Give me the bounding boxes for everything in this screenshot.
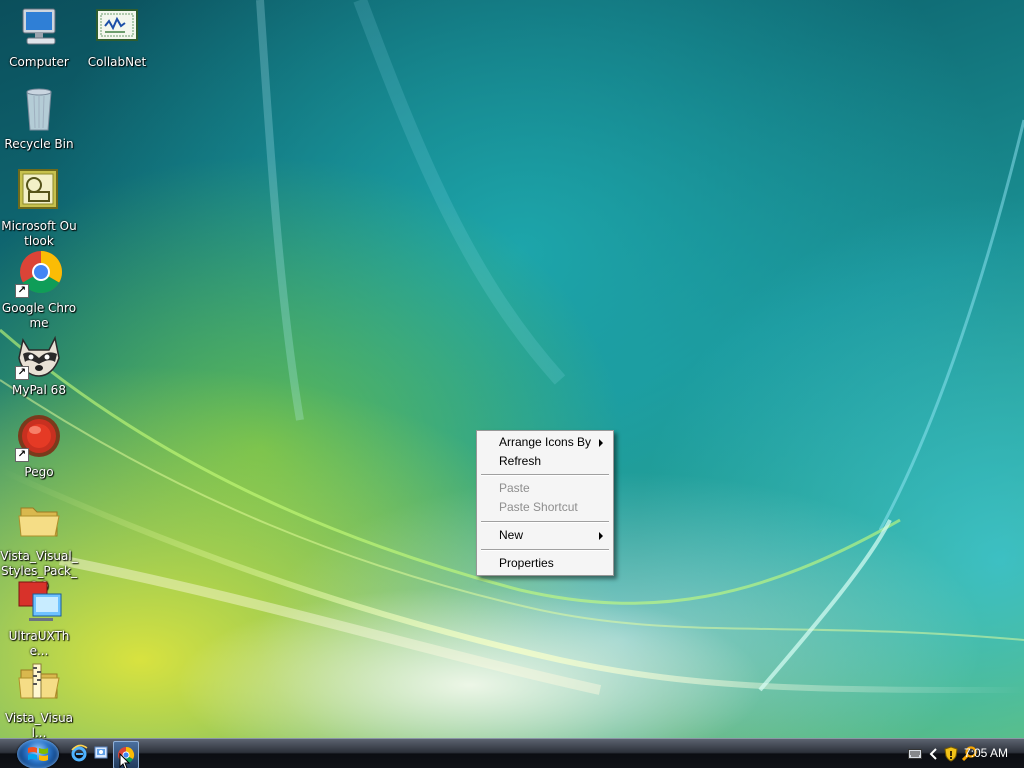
menu-item-label: New: [499, 528, 524, 542]
shortcut-arrow-icon: ↗: [15, 366, 29, 380]
menu-item-paste-shortcut[interactable]: Paste Shortcut: [479, 498, 611, 517]
menu-item-label: Paste Shortcut: [499, 500, 578, 514]
clock[interactable]: 7:05 AM: [964, 746, 1008, 760]
desktop-icon-computer[interactable]: Computer: [0, 4, 78, 70]
desktop-icon-label: Google Chrome: [1, 301, 77, 330]
menu-item-properties[interactable]: Properties: [479, 554, 611, 573]
raccoon-icon: ↗: [15, 332, 63, 380]
menu-item-label: Arrange Icons By: [499, 435, 592, 449]
desktop-icon-vista-zip[interactable]: Vista_Visual...: [0, 660, 78, 738]
keyboard-icon[interactable]: [908, 748, 922, 760]
desktop-icon-ultrauxthemepatcher[interactable]: UltraUXThe...: [0, 578, 78, 659]
desktop-icon-recycle-bin[interactable]: Recycle Bin: [0, 86, 78, 152]
desktop-icon-label: Vista_Visual...: [4, 711, 74, 738]
menu-item-new[interactable]: New: [479, 526, 611, 545]
menu-item-paste[interactable]: Paste: [479, 479, 611, 498]
chrome-icon: ↗: [15, 250, 63, 298]
start-button[interactable]: [17, 739, 59, 768]
show-desktop-icon[interactable]: [92, 744, 110, 762]
menu-separator: [481, 549, 609, 551]
menu-item-arrange-icons-by[interactable]: Arrange Icons By: [479, 433, 611, 452]
menu-item-label: Paste: [499, 481, 530, 495]
security-shield-icon[interactable]: [944, 746, 958, 762]
menu-item-label: Refresh: [499, 454, 542, 468]
menu-item-label: Properties: [499, 556, 554, 570]
desktop-context-menu: Arrange Icons By Refresh Paste Paste Sho…: [476, 430, 614, 576]
desktop-icon-label: Pego: [24, 465, 54, 479]
desktop-icon-label: UltraUXThe...: [8, 629, 70, 658]
outlook-icon: [15, 168, 63, 216]
desktop-icon-pego[interactable]: ↗ Pego: [0, 414, 78, 480]
submenu-arrow-icon: [599, 439, 603, 447]
pego-red-button-icon: ↗: [15, 414, 63, 462]
folder-icon: [15, 498, 63, 546]
ultrauxtheme-patcher-icon: [15, 578, 63, 626]
internet-explorer-icon[interactable]: [70, 744, 88, 762]
zip-folder-icon: [15, 660, 63, 708]
menu-separator: [481, 474, 609, 476]
system-tray: 7:05 AM: [874, 739, 1024, 768]
taskbar: 7:05 AM: [0, 738, 1024, 768]
desktop-icon-label: Microsoft Outlook: [1, 219, 77, 248]
desktop[interactable]: Computer CollabNet Recycle Bin Microsoft…: [0, 0, 1024, 738]
menu-item-refresh[interactable]: Refresh: [479, 452, 611, 471]
menu-separator: [481, 521, 609, 523]
desktop-icon-chrome[interactable]: ↗ Google Chrome: [0, 250, 78, 331]
shortcut-arrow-icon: ↗: [15, 284, 29, 298]
collabnet-certificate-icon: [93, 4, 141, 52]
mouse-cursor-icon: [119, 753, 131, 768]
recycle-bin-icon: [15, 86, 63, 134]
desktop-icon-label: CollabNet: [87, 55, 147, 69]
desktop-icon-label: Recycle Bin: [4, 137, 74, 151]
desktop-icon-label: Computer: [9, 55, 69, 69]
desktop-icon-outlook[interactable]: Microsoft Outlook: [0, 168, 78, 249]
submenu-arrow-icon: [599, 532, 603, 540]
shortcut-arrow-icon: ↗: [15, 448, 29, 462]
wallpaper: [0, 0, 1024, 695]
windows-logo-icon: [28, 747, 48, 761]
computer-icon: [15, 4, 63, 52]
chevron-left-icon[interactable]: [929, 748, 939, 760]
desktop-icon-collabnet[interactable]: CollabNet: [78, 4, 156, 70]
desktop-icon-label: MyPal 68: [12, 383, 66, 397]
desktop-icon-mypal[interactable]: ↗ MyPal 68: [0, 332, 78, 398]
